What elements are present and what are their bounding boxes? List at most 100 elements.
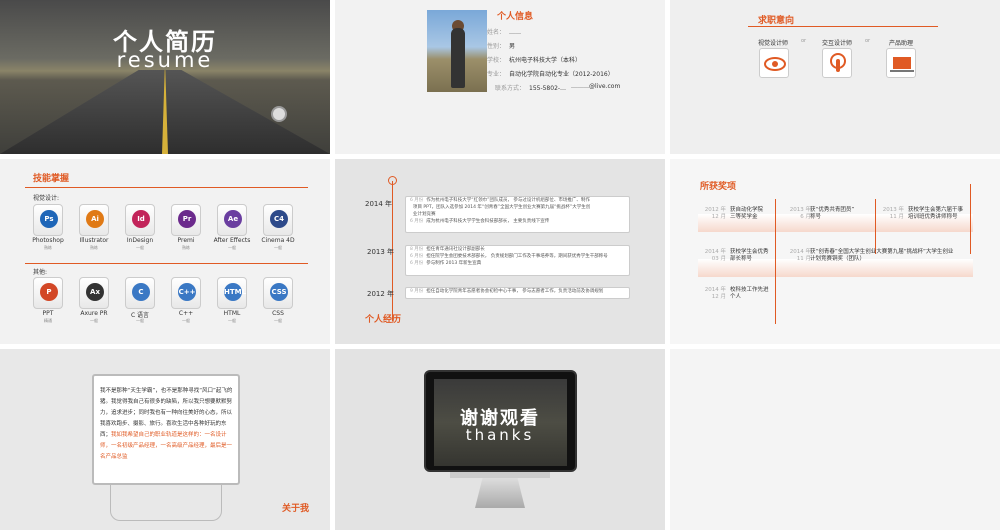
skill-logo-icon: CSS (270, 283, 288, 301)
experience-section-title: 个人经历 (365, 315, 402, 325)
skills-group2-label: 其他: (33, 269, 48, 276)
skill-level: 一般 (274, 245, 282, 250)
timeline-entry: 6 月份 作为杭州电子科技大学“红领巾”团队成员， 参与过设计机组部位、市场推广、… (406, 197, 629, 204)
timeline-text: 项目 PPT，团队入选参加 2014 年“创青春”全国大学生创业大赛第九届“挑战… (413, 205, 591, 210)
profile-photo (427, 10, 487, 92)
skill-logo-icon: P (40, 283, 58, 301)
skill-tile: C++ (171, 277, 201, 309)
award-text: 获自动化学院 三等奖学金 (730, 207, 764, 220)
award-text: 获“创青春”全国大学生创业大赛第九届“挑战杯”大学生创业 计划竞赛铜奖（团队） (810, 249, 954, 262)
awards-section-title: 所获奖项 (700, 182, 737, 192)
skill-logo-icon: Id (132, 210, 150, 228)
skill-tile: CSS (263, 277, 293, 309)
skill-logo-icon: C (132, 283, 150, 301)
thanks-title-en: thanks (465, 426, 535, 444)
timeline-box-2014: 6 月份 作为杭州电子科技大学“红领巾”团队成员， 参与过设计机组部位、市场推广、… (405, 196, 630, 233)
skill-tile: C4 (263, 204, 293, 236)
skill-name: PPT (42, 310, 54, 317)
skill-level: 一般 (136, 318, 144, 323)
skill-name: HTML (223, 310, 241, 317)
about-text-black: 我不是那种“天生学霸”，也不是那种寻找“风口”起飞的猪。我觉得我自己有很多的缺陷… (100, 388, 233, 438)
skill-logo-icon: C++ (178, 283, 196, 301)
award-text: 获校学生会优秀 部长称号 (730, 249, 769, 262)
award-text: 获校学生会第六届干事 培训班优秀讲师称号 (908, 207, 964, 220)
timeline-year-2014: 2014 年 (365, 200, 393, 208)
skill-level: 一般 (228, 318, 236, 323)
timeline-text: 业计划竞赛 (413, 212, 436, 217)
skill-tile: Id (125, 204, 155, 236)
info-row-email: ………@live.com (571, 83, 621, 90)
skill-name: Axure PR (80, 310, 108, 317)
touch-icon (822, 48, 852, 78)
award-date: 2013 年 11 月 (882, 207, 904, 220)
timeline-month: 6 月份 (410, 219, 424, 224)
skill-level: 一般 (182, 318, 190, 323)
timeline-entry: 8 月份 担任青年通讯社设计部副部长 (406, 246, 629, 253)
award-date: 2014 年 12 月 (704, 287, 726, 300)
skill-name: Illustrator (79, 237, 109, 244)
eye-icon (759, 48, 789, 78)
info-row-phone: 联系方式： 155-5802-… (494, 85, 567, 92)
timeline-text: 担任青年通讯社设计部副部长 (426, 247, 485, 252)
timeline-year-2013: 2013 年 (367, 248, 395, 256)
slide-skills[interactable]: 技能掌握 视觉设计: Ps Photoshop 熟练 Ai Illustrator 熟练 I… (0, 159, 330, 344)
timeline-month: 6 月份 (410, 198, 424, 203)
skill-logo-icon: Ae (224, 210, 242, 228)
skill-level: 一般 (136, 245, 144, 250)
timeline-month: 8 月份 (410, 247, 424, 252)
skill-name: After Effects (213, 237, 251, 244)
intent-sep: or (801, 38, 807, 44)
slide-awards[interactable]: 所获奖项 2012 年 12 月获自动化学院 三等奖学金 2013 年 6 月获“… (670, 159, 1000, 344)
timeline-text: 担任自动化学院青年志愿者协会初检中心干事， 参与志愿者工作，负责活动前及协调规划 (426, 289, 604, 294)
timeline-entry: 业计划竞赛 (406, 211, 629, 218)
skill-logo-icon: Ai (86, 210, 104, 228)
about-section-title: 关于我 (282, 504, 310, 514)
skill-tile: Ps (33, 204, 63, 236)
slide-experience[interactable]: 2014 年 2013 年 2012 年 6 月份 作为杭州电子科技大学“红领巾”… (335, 159, 665, 344)
skill-level: 精通 (44, 318, 52, 323)
skill-tile: Ae (217, 204, 247, 236)
about-text: 我不是那种“天生学霸”，也不是那种寻找“风口”起飞的猪。我觉得我自己有很多的缺陷… (100, 386, 234, 463)
timeline-year-2012: 2012 年 (367, 290, 395, 298)
skill-logo-icon: Ps (40, 210, 58, 228)
skill-tile: P (33, 277, 63, 309)
skill-logo-icon: HTML (224, 283, 246, 301)
timeline-month: 9 月份 (410, 289, 424, 294)
timeline-text: 担任院学生会团委技术部部长， 负责规划部门工作及干事培养等，期间获优秀学生干部称… (426, 254, 608, 259)
timeline-entry: 6 月份 担任院学生会团委技术部部长， 负责规划部门工作及干事培养等，期间获优秀学… (406, 253, 629, 260)
skills-section-title: 技能掌握 (33, 174, 70, 184)
slide-intent[interactable]: 求职意向 视觉设计师 or 交互设计师 or 产品助理 (670, 0, 1000, 154)
skill-level: 一般 (228, 245, 236, 250)
skill-level: 熟练 (44, 245, 52, 250)
slide-about[interactable]: 我不是那种“天生学霸”，也不是那种寻找“风口”起飞的猪。我觉得我自己有很多的缺陷… (0, 349, 330, 530)
record-button-icon[interactable] (271, 106, 287, 122)
skill-level: 熟练 (90, 245, 98, 250)
award-text: 获“优秀共青团员” 称号 (810, 207, 855, 220)
intent-section-title: 求职意向 (758, 16, 795, 26)
award-date: 2013 年 6 月 (789, 207, 811, 220)
skill-logo-icon: Ax (86, 283, 104, 301)
skill-logo-icon: Pr (178, 210, 196, 228)
skills-divider-top (25, 187, 308, 188)
awards-vline-1 (775, 199, 776, 324)
skill-name: Premi (177, 237, 195, 244)
skill-tile: C (125, 277, 155, 309)
slide-profile[interactable]: 个人信息 姓名：…… 性别：男 学校： 杭州电子科技大学（本科） 专业： 自动化学院… (335, 0, 665, 154)
slide-grid: 个人简历 resume 个人信息 姓名：…… 性别：男 学校： 杭州电子科技大学（… (0, 0, 1000, 530)
skills-group1-label: 视觉设计: (33, 195, 60, 202)
intent-label-interaction: 交互设计师 (821, 40, 852, 47)
skill-level: 一般 (274, 318, 282, 323)
award-date: 2014 年 11 月 (789, 249, 811, 262)
slide-thanks[interactable]: 谢谢观看 thanks (335, 349, 665, 530)
slide-cover[interactable]: 个人简历 resume (0, 0, 330, 154)
info-row-major: 专业： 自动化学院自动化专业（2012-2016） (486, 71, 614, 78)
skill-name: CSS (272, 310, 284, 317)
intent-underline (748, 26, 938, 27)
award-date: 2012 年 12 月 (704, 207, 726, 220)
info-row-name: 姓名：…… (486, 29, 521, 36)
timeline-text: 参与制作 2013 年新生宣典 (426, 261, 482, 266)
intent-label-visual: 视觉设计师 (757, 40, 788, 47)
slide-empty[interactable] (670, 349, 1000, 530)
photo-person (451, 28, 465, 88)
monitor-stand (110, 485, 222, 521)
